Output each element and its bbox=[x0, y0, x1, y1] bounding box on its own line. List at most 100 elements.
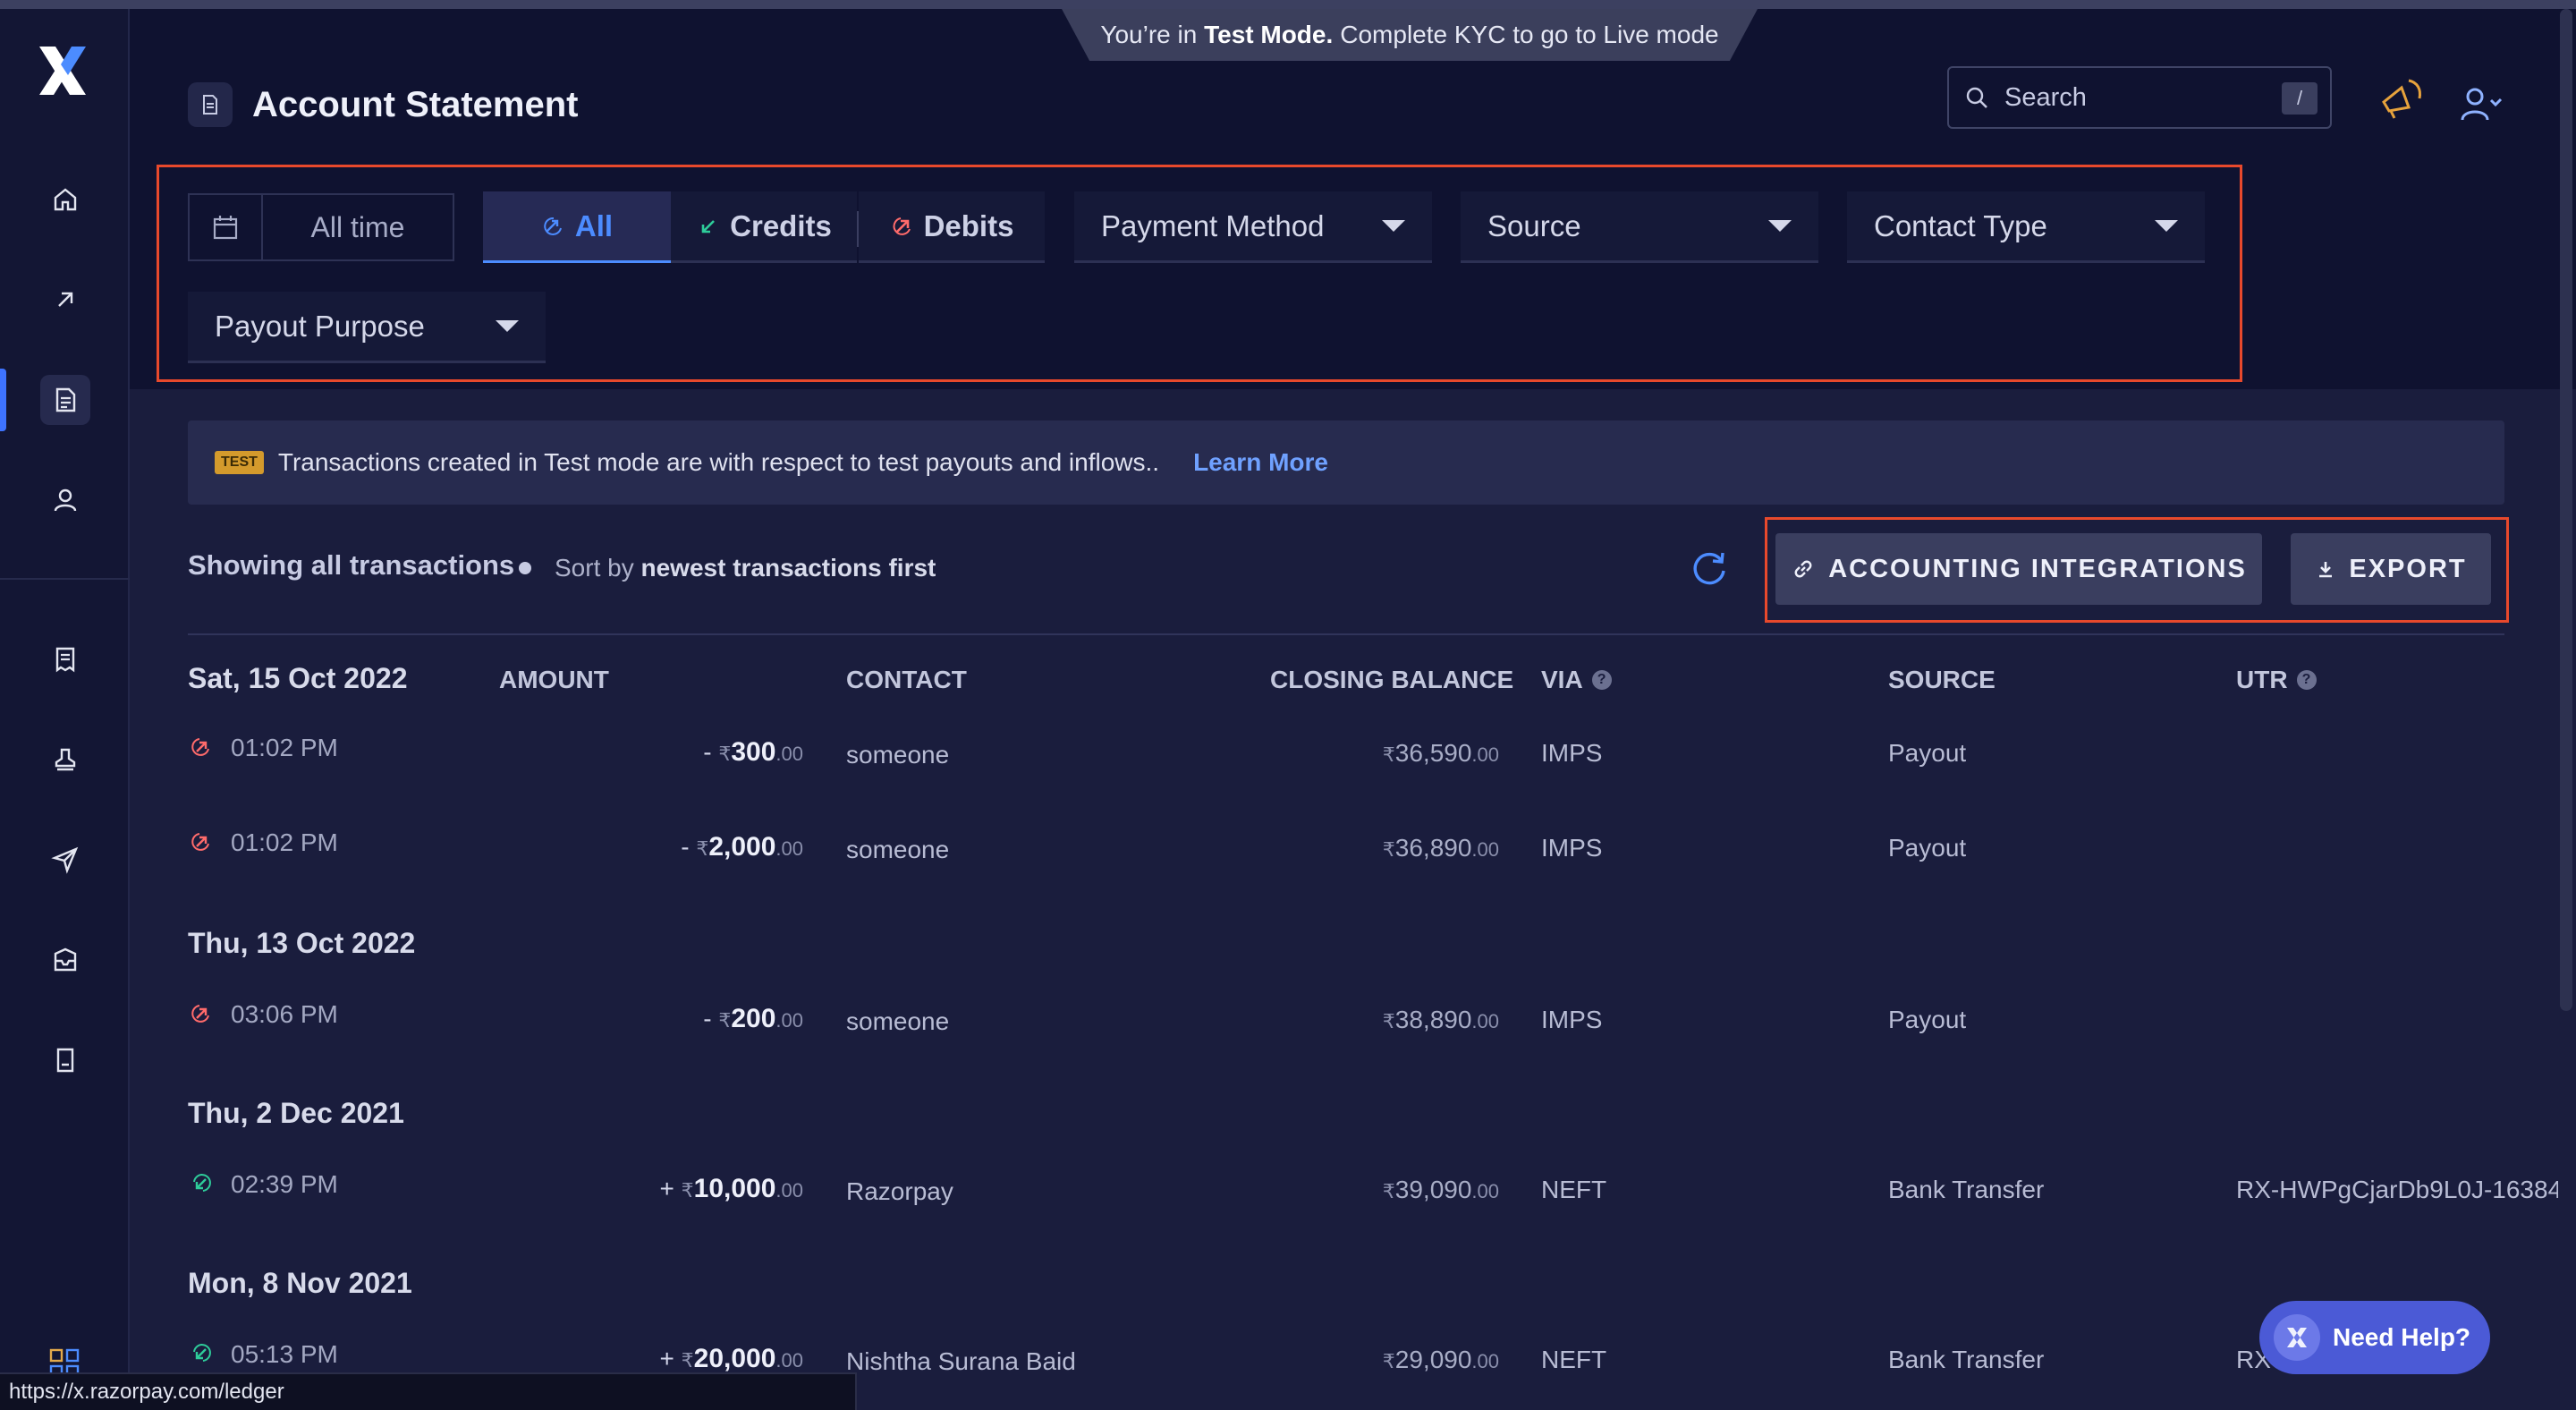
transaction-time: 01:02 PM bbox=[231, 828, 338, 856]
need-help-label: Need Help? bbox=[2333, 1323, 2471, 1351]
sort-control[interactable]: Sort by newest transactions first bbox=[555, 554, 936, 582]
closing-balance: ₹36,890.00 bbox=[1383, 834, 1499, 862]
rupee-symbol: ₹ bbox=[1382, 1180, 1395, 1202]
transaction-time: 03:06 PM bbox=[231, 1000, 338, 1028]
balance-decimal: .00 bbox=[1471, 838, 1499, 861]
test-mode-banner: You’re in Test Mode. Complete KYC to go t… bbox=[1062, 9, 1758, 61]
transaction-source: Payout bbox=[1888, 834, 1967, 862]
transaction-contact[interactable]: someone bbox=[846, 741, 949, 769]
chevron-down-icon bbox=[496, 320, 519, 332]
document-icon bbox=[203, 95, 217, 115]
debit-icon bbox=[191, 833, 209, 851]
rupee-symbol: ₹ bbox=[1382, 743, 1395, 766]
source-label: Source bbox=[1487, 208, 1581, 242]
send-icon bbox=[50, 846, 78, 874]
credit-icon bbox=[193, 1344, 211, 1362]
amount-value: 2,000 bbox=[708, 832, 776, 862]
column-header-via-label: VIA bbox=[1541, 666, 1583, 693]
credit-icon bbox=[193, 1174, 211, 1192]
transaction-contact[interactable]: Nishtha Surana Baid bbox=[846, 1347, 1076, 1376]
browser-status-url: https://x.razorpay.com/ledger bbox=[0, 1372, 857, 1410]
sidebar-item-tax-payments[interactable] bbox=[0, 719, 130, 800]
balance-value: 38,890 bbox=[1394, 1006, 1472, 1033]
transaction-utr: RX-HWPgCjarDb9L0J-16384 bbox=[2236, 1176, 2558, 1203]
sidebar-item-invoices[interactable] bbox=[0, 619, 130, 700]
help-icon[interactable]: ? bbox=[2296, 670, 2317, 690]
banner-suffix: Complete KYC to go to Live mode bbox=[1340, 21, 1719, 48]
date-group-heading: Sat, 15 Oct 2022 bbox=[188, 662, 408, 694]
transaction-contact[interactable]: someone bbox=[846, 1007, 949, 1036]
debit-icon bbox=[191, 1005, 209, 1023]
sidebar-item-payouts[interactable] bbox=[0, 259, 130, 340]
column-header-amount: AMOUNT bbox=[499, 666, 609, 694]
test-mode-notice: TEST Transactions created in Test mode a… bbox=[188, 420, 2504, 505]
test-badge: TEST bbox=[215, 451, 264, 474]
transaction-via: IMPS bbox=[1541, 1006, 1603, 1033]
inbox-icon bbox=[54, 947, 76, 972]
transaction-contact[interactable]: Razorpay bbox=[846, 1177, 953, 1206]
rupee-symbol: ₹ bbox=[681, 1349, 694, 1372]
amount-decimal: .00 bbox=[775, 1179, 803, 1202]
sidebar-item-account-statement[interactable] bbox=[0, 360, 130, 440]
help-icon[interactable]: ? bbox=[1591, 670, 1612, 690]
column-header-contact-label: CONTACT bbox=[846, 666, 967, 693]
balance-decimal: .00 bbox=[1471, 1350, 1499, 1372]
rupee-symbol: ₹ bbox=[718, 743, 732, 765]
filter-tab-credits[interactable]: Credits bbox=[671, 191, 857, 263]
contact-type-dropdown[interactable]: Contact Type bbox=[1847, 191, 2205, 263]
sidebar-item-reports[interactable] bbox=[0, 1020, 130, 1100]
refresh-icon[interactable] bbox=[1689, 548, 1730, 589]
accounting-integrations-button[interactable]: ACCOUNTING INTEGRATIONS bbox=[1775, 533, 2262, 605]
closing-balance: ₹39,090.00 bbox=[1383, 1176, 1499, 1204]
transaction-amount: - ₹200.00 bbox=[703, 1004, 803, 1034]
column-header-source-label: SOURCE bbox=[1888, 666, 1996, 693]
search-input[interactable] bbox=[2004, 82, 2264, 113]
sort-value: newest transactions first bbox=[640, 554, 936, 582]
rupee-symbol: ₹ bbox=[1382, 1350, 1395, 1372]
search-shortcut-key: / bbox=[2282, 82, 2318, 115]
transaction-time: 05:13 PM bbox=[231, 1340, 338, 1368]
transaction-time: 01:02 PM bbox=[231, 734, 338, 761]
scrollbar[interactable] bbox=[2560, 9, 2572, 1011]
date-group-heading: Thu, 2 Dec 2021 bbox=[188, 1097, 404, 1129]
learn-more-link[interactable]: Learn More bbox=[1193, 448, 1328, 477]
debit-icon bbox=[191, 738, 209, 756]
transaction-amount: - ₹2,000.00 bbox=[681, 832, 803, 862]
banner-prefix: You’re in bbox=[1100, 21, 1198, 48]
page-icon bbox=[188, 82, 233, 127]
sidebar-item-inbox[interactable] bbox=[0, 920, 130, 1000]
debit-arrow-icon bbox=[893, 217, 911, 235]
export-label: EXPORT bbox=[2349, 554, 2467, 583]
source-dropdown[interactable]: Source bbox=[1461, 191, 1818, 263]
transaction-source: Payout bbox=[1888, 739, 1967, 767]
date-range-filter[interactable]: All time bbox=[188, 193, 454, 261]
export-button[interactable]: EXPORT bbox=[2291, 533, 2491, 605]
filter-tab-debits[interactable]: Debits bbox=[859, 191, 1045, 263]
payment-method-dropdown[interactable]: Payment Method bbox=[1074, 191, 1432, 263]
transaction-amount: - ₹300.00 bbox=[703, 737, 803, 768]
announcement-icon[interactable] bbox=[2375, 72, 2428, 125]
notice-text: Transactions created in Test mode are wi… bbox=[277, 448, 1160, 476]
showing-label: Showing all transactions bbox=[188, 549, 515, 581]
razorpayx-logo[interactable] bbox=[36, 41, 89, 100]
transaction-time: 02:39 PM bbox=[231, 1170, 338, 1198]
filter-tab-all[interactable]: All bbox=[483, 191, 671, 263]
transaction-via: IMPS bbox=[1541, 834, 1603, 862]
transaction-contact[interactable]: someone bbox=[846, 836, 949, 864]
user-account-icon[interactable] bbox=[2459, 84, 2504, 123]
rupee-symbol: ₹ bbox=[1382, 1010, 1395, 1032]
document-icon bbox=[55, 387, 75, 412]
need-help-button[interactable]: Need Help? bbox=[2259, 1301, 2490, 1374]
payout-purpose-dropdown[interactable]: Payout Purpose bbox=[188, 292, 546, 363]
chevron-down-icon bbox=[1382, 220, 1405, 232]
calendar-icon bbox=[213, 216, 238, 240]
sidebar-item-contacts[interactable] bbox=[0, 460, 130, 540]
column-header-amount-label: AMOUNT bbox=[499, 666, 609, 693]
sidebar-item-payout-links[interactable] bbox=[0, 820, 130, 900]
receipt-icon bbox=[55, 647, 74, 673]
accounting-integrations-label: ACCOUNTING INTEGRATIONS bbox=[1828, 554, 2247, 583]
search-box[interactable]: / bbox=[1947, 66, 2332, 129]
balance-decimal: .00 bbox=[1471, 1180, 1499, 1202]
sidebar-item-home[interactable] bbox=[0, 159, 130, 240]
amount-decimal: .00 bbox=[775, 743, 803, 765]
